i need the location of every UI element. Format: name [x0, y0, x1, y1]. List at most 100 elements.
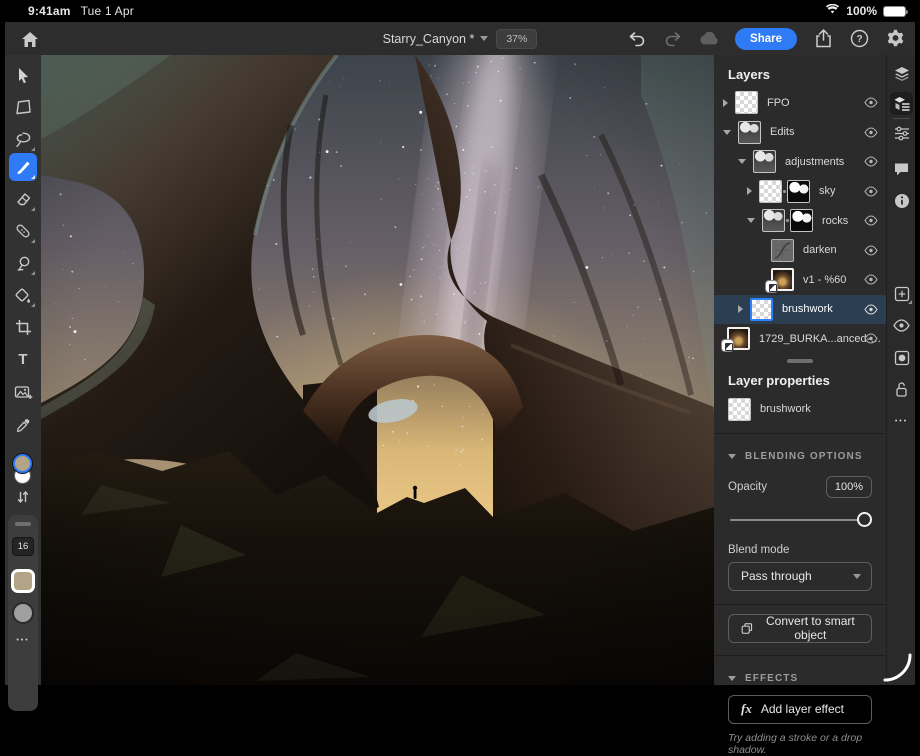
move-tool[interactable]	[9, 61, 37, 89]
mask-link-icon	[786, 219, 789, 222]
tool-options-more-button[interactable]: •••	[8, 637, 38, 644]
adjustments-panel-button[interactable]	[890, 122, 913, 145]
fx-icon: fx	[741, 701, 752, 717]
top-toolbar: Starry_Canyon * 37% Share ?	[5, 22, 915, 55]
layer-thumbnail[interactable]	[762, 209, 785, 232]
export-icon[interactable]	[813, 29, 833, 49]
status-time-date: 9:41amTue 1 Apr	[28, 4, 134, 18]
undo-button[interactable]	[627, 29, 647, 49]
comment-bubble-icon	[894, 162, 909, 176]
layer-properties-panel-button[interactable]	[890, 92, 913, 115]
svg-text:?: ?	[856, 34, 862, 45]
layer-row-sky[interactable]: sky	[714, 177, 886, 207]
help-icon[interactable]: ?	[849, 29, 869, 49]
layer-row-adjustments[interactable]: adjustments	[714, 147, 886, 177]
disclosure-icon[interactable]	[723, 99, 728, 107]
layer-row-edits[interactable]: Edits	[714, 118, 886, 148]
smart-object-thumbnail[interactable]	[771, 268, 794, 291]
info-button[interactable]	[890, 189, 913, 212]
selected-layer-thumbnail[interactable]	[750, 298, 773, 321]
foreground-color-chip[interactable]	[13, 454, 32, 473]
more-options-button[interactable]: •••	[890, 410, 913, 433]
adjustment-layer-thumbnail[interactable]	[771, 239, 794, 262]
layer-visibility-button[interactable]	[890, 314, 913, 337]
visibility-eye-icon[interactable]	[864, 156, 878, 168]
smart-object-thumbnail[interactable]	[727, 327, 750, 350]
transform-tool-icon	[15, 99, 32, 115]
layer-thumbnail[interactable]	[735, 91, 758, 114]
visibility-eye-icon[interactable]	[864, 244, 878, 256]
brush-color-swatch[interactable]	[11, 569, 35, 593]
crop-tool[interactable]	[9, 313, 37, 341]
share-button[interactable]: Share	[735, 28, 797, 50]
wifi-icon	[825, 4, 840, 18]
settings-gear-icon[interactable]	[885, 29, 905, 49]
eraser-tool[interactable]	[9, 185, 37, 213]
cloud-sync-icon[interactable]	[699, 29, 719, 49]
disclosure-icon[interactable]	[738, 159, 746, 164]
visibility-eye-icon[interactable]	[864, 126, 878, 138]
disclosure-icon[interactable]	[747, 187, 752, 195]
layer-mask-thumbnail[interactable]	[787, 180, 810, 203]
visibility-eye-icon[interactable]	[864, 333, 878, 345]
swap-colors-button[interactable]	[9, 483, 37, 511]
visibility-eye-icon[interactable]	[864, 215, 878, 227]
place-photo-tool[interactable]	[9, 378, 37, 406]
eye-icon	[893, 319, 910, 332]
blend-mode-select[interactable]: Pass through	[728, 562, 872, 591]
layer-properties-title: Layer properties	[714, 367, 886, 394]
layer-thumbnail[interactable]	[759, 180, 782, 203]
lock-layer-button[interactable]	[890, 378, 913, 401]
panel-resize-handle[interactable]	[787, 359, 813, 363]
layer-row-darken[interactable]: darken	[714, 236, 886, 266]
add-layer-button[interactable]	[890, 282, 913, 305]
mask-link-icon	[783, 190, 786, 193]
visibility-eye-icon[interactable]	[864, 303, 878, 315]
transform-tool[interactable]	[9, 93, 37, 121]
document-canvas[interactable]	[41, 55, 714, 685]
layer-row-brushwork-selected[interactable]: brushwork	[714, 295, 886, 325]
convert-to-smart-object-button[interactable]: Convert to smart object	[728, 614, 872, 643]
fill-tool[interactable]	[9, 281, 37, 309]
lasso-select-tool[interactable]	[9, 125, 37, 153]
layer-row-rocks[interactable]: rocks	[714, 206, 886, 236]
disclosure-icon[interactable]	[738, 305, 743, 313]
properties-layer-thumbnail	[728, 398, 751, 421]
brush-tool[interactable]	[9, 153, 37, 181]
blending-options-header[interactable]: BLENDING OPTIONS	[714, 438, 886, 466]
fill-tool-icon	[14, 287, 32, 304]
type-tool[interactable]: T	[9, 345, 37, 373]
layer-row-background-image[interactable]: 1729_BURKA...anced-NR33	[714, 324, 886, 354]
disclosure-icon[interactable]	[723, 130, 731, 135]
layer-row-v1[interactable]: v1 - %60	[714, 265, 886, 295]
comments-button[interactable]	[890, 157, 913, 180]
tool-options-handle[interactable]	[15, 522, 31, 526]
opacity-value-field[interactable]: 100%	[826, 476, 872, 498]
opacity-slider-knob[interactable]	[857, 512, 872, 527]
home-button[interactable]	[19, 28, 41, 50]
brush-opacity-indicator[interactable]	[12, 602, 34, 624]
redo-button[interactable]	[663, 29, 683, 49]
layer-row-fpo[interactable]: FPO	[714, 88, 886, 118]
opacity-slider[interactable]	[730, 512, 870, 528]
chevron-down-icon	[853, 574, 861, 579]
add-mask-button[interactable]	[890, 346, 913, 369]
eyedropper-tool[interactable]	[9, 411, 37, 439]
layers-view-button[interactable]	[890, 62, 913, 85]
zoom-level-badge[interactable]: 37%	[496, 29, 537, 49]
visibility-eye-icon[interactable]	[864, 185, 878, 197]
document-title[interactable]: Starry_Canyon *	[383, 32, 489, 46]
brush-size-value[interactable]: 16	[12, 537, 34, 556]
layer-mask-thumbnail[interactable]	[790, 209, 813, 232]
clone-stamp-tool[interactable]	[9, 249, 37, 277]
healing-brush-tool[interactable]	[9, 217, 37, 245]
add-layer-effect-button[interactable]: fx Add layer effect	[728, 695, 872, 724]
effects-header[interactable]: EFFECTS	[714, 660, 886, 688]
visibility-eye-icon[interactable]	[864, 97, 878, 109]
type-tool-icon: T	[18, 351, 27, 368]
layer-thumbnail[interactable]	[753, 150, 776, 173]
disclosure-icon[interactable]	[747, 218, 755, 223]
visibility-eye-icon[interactable]	[864, 274, 878, 286]
smart-object-badge	[766, 281, 777, 292]
layer-thumbnail[interactable]	[738, 121, 761, 144]
